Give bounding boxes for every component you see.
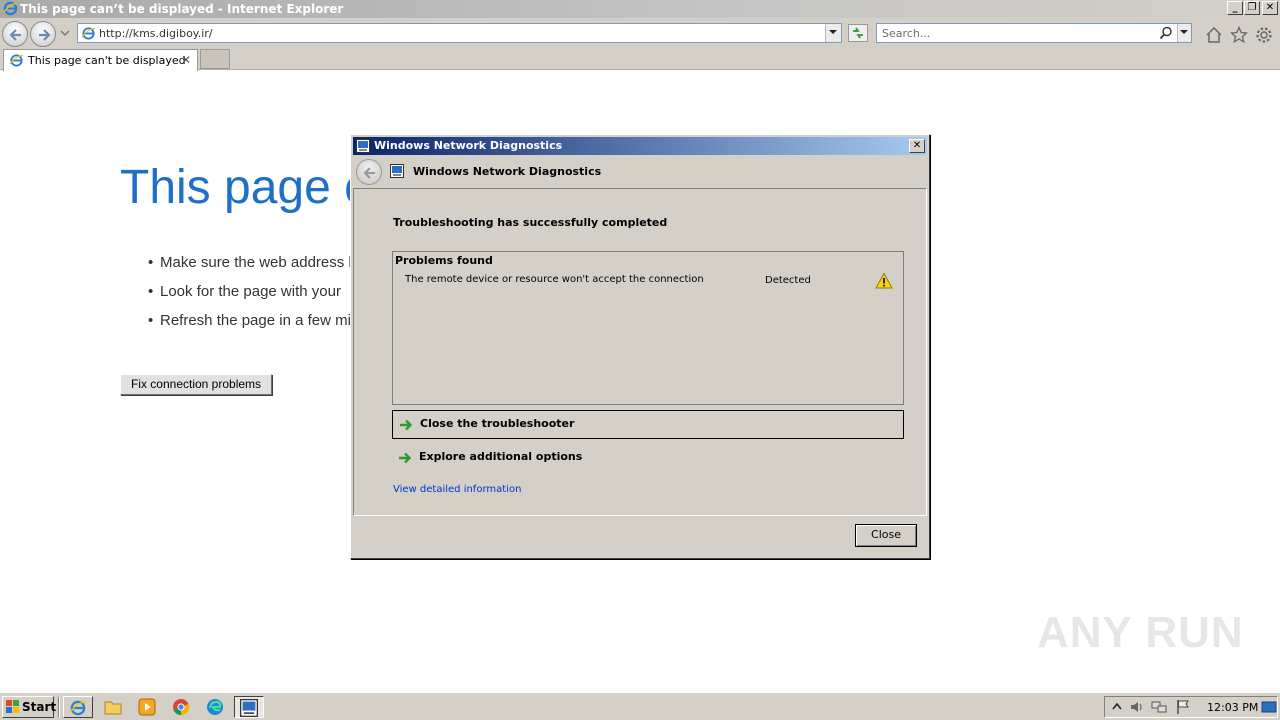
green-arrow-icon bbox=[400, 419, 413, 431]
clock[interactable]: 12:03 PM bbox=[1207, 701, 1258, 714]
chevron-down-icon bbox=[829, 30, 837, 34]
close-troubleshooter-option[interactable]: Close the troubleshooter bbox=[392, 410, 904, 439]
taskbar-separator bbox=[58, 697, 60, 717]
windows-logo-icon bbox=[6, 700, 19, 713]
tab-close-icon[interactable]: ✕ bbox=[181, 53, 191, 67]
forward-arrow-icon bbox=[39, 29, 51, 41]
anyrun-watermark: ANY RUN bbox=[1037, 608, 1243, 668]
media-player-icon[interactable] bbox=[138, 698, 156, 716]
list-item: • Refresh the page in a few mi bbox=[148, 312, 351, 329]
close-troubleshooter-label: Close the troubleshooter bbox=[420, 417, 575, 430]
close-button[interactable]: Close bbox=[855, 524, 917, 547]
problems-found-panel: Problems found The remote device or reso… bbox=[392, 251, 904, 405]
network-diagnostics-dialog: Windows Network Diagnostics ✕ Windows Ne… bbox=[350, 134, 930, 559]
tab-current-page[interactable]: This page can't be displayed ✕ bbox=[3, 49, 198, 71]
gear-icon[interactable] bbox=[1255, 26, 1273, 44]
refresh-icon bbox=[853, 27, 863, 39]
ie-icon bbox=[69, 700, 86, 716]
taskbar-network-diagnostics-button[interactable] bbox=[234, 696, 264, 718]
dialog-header-title: Windows Network Diagnostics bbox=[413, 165, 602, 178]
show-hidden-icons-icon[interactable] bbox=[1109, 699, 1125, 715]
problem-status: Detected bbox=[765, 275, 811, 286]
address-toolbar: http://kms.digiboy.ir/ Search... bbox=[0, 18, 1280, 48]
volume-icon[interactable] bbox=[1129, 699, 1145, 715]
close-window-button[interactable]: ✕ bbox=[1262, 1, 1278, 15]
start-button[interactable]: Start bbox=[2, 696, 57, 718]
suggestion-text: Make sure the web address h bbox=[160, 254, 357, 271]
problem-row[interactable]: The remote device or resource won't acce… bbox=[393, 272, 903, 292]
explore-additional-options[interactable]: Explore additional options bbox=[392, 444, 904, 473]
network-diagnostics-icon bbox=[240, 699, 258, 717]
home-icon[interactable] bbox=[1205, 26, 1223, 44]
ie-favicon-icon bbox=[81, 27, 96, 40]
back-arrow-icon bbox=[363, 167, 375, 179]
minimize-button[interactable]: _ bbox=[1227, 1, 1243, 15]
chrome-icon[interactable] bbox=[172, 698, 190, 716]
edge-icon[interactable] bbox=[206, 698, 224, 716]
restore-button[interactable]: ❐ bbox=[1244, 1, 1260, 15]
troubleshooting-status: Troubleshooting has successfully complet… bbox=[393, 216, 668, 229]
fix-connection-problems-button[interactable]: Fix connection problems bbox=[120, 374, 272, 395]
system-tray: 12:03 PM bbox=[1104, 696, 1278, 718]
list-item: • Look for the page with your bbox=[148, 283, 341, 300]
search-placeholder: Search... bbox=[882, 27, 931, 40]
window-title: This page can’t be displayed - Internet … bbox=[20, 2, 344, 16]
favorites-star-icon[interactable] bbox=[1230, 26, 1248, 44]
taskbar: Start 12:03 PM bbox=[0, 692, 1280, 720]
tab-bar: This page can't be displayed ✕ bbox=[0, 48, 1280, 71]
folder-icon[interactable] bbox=[104, 698, 122, 716]
back-button[interactable] bbox=[2, 21, 28, 47]
new-tab-button[interactable] bbox=[200, 49, 230, 69]
page-title: This page c bbox=[120, 161, 369, 214]
dialog-back-button[interactable] bbox=[356, 159, 382, 185]
recent-pages-dropdown-icon[interactable] bbox=[60, 28, 70, 38]
dialog-title: Windows Network Diagnostics bbox=[374, 139, 563, 152]
view-detailed-information-link[interactable]: View detailed information bbox=[393, 484, 521, 495]
search-box[interactable]: Search... bbox=[876, 23, 1192, 43]
forward-button[interactable] bbox=[30, 21, 56, 47]
search-dropdown-button[interactable] bbox=[1177, 24, 1191, 42]
chevron-down-icon bbox=[1180, 30, 1188, 34]
start-label: Start bbox=[22, 700, 57, 714]
action-center-flag-icon[interactable] bbox=[1175, 699, 1191, 715]
address-url[interactable]: http://kms.digiboy.ir/ bbox=[99, 27, 213, 40]
back-arrow-icon bbox=[9, 29, 21, 41]
address-bar[interactable]: http://kms.digiboy.ir/ bbox=[77, 23, 842, 43]
address-dropdown-button[interactable] bbox=[825, 24, 841, 42]
dialog-body: Troubleshooting has successfully complet… bbox=[353, 188, 927, 516]
dialog-title-bar[interactable]: Windows Network Diagnostics ✕ bbox=[353, 137, 927, 155]
problems-found-title: Problems found bbox=[395, 254, 493, 267]
network-diagnostics-icon bbox=[356, 139, 370, 153]
network-diagnostics-icon bbox=[390, 164, 404, 178]
ie-logo-icon bbox=[3, 1, 18, 16]
search-icon[interactable] bbox=[1159, 26, 1173, 40]
tab-label: This page can't be displayed bbox=[28, 54, 186, 67]
suggestion-text: Refresh the page in a few mi bbox=[160, 312, 351, 329]
explore-additional-options-label: Explore additional options bbox=[419, 450, 583, 463]
list-item: • Make sure the web address h bbox=[148, 254, 357, 271]
ie-title-bar: This page can’t be displayed - Internet … bbox=[0, 0, 1280, 18]
taskbar-ie-button[interactable] bbox=[63, 696, 93, 718]
refresh-button[interactable] bbox=[848, 24, 868, 42]
problem-description: The remote device or resource won't acce… bbox=[405, 274, 704, 285]
dialog-close-icon[interactable]: ✕ bbox=[909, 139, 925, 153]
green-arrow-icon bbox=[399, 452, 412, 464]
ie-favicon-icon bbox=[9, 54, 24, 67]
show-desktop-icon[interactable] bbox=[1261, 699, 1277, 715]
watermark-text: ANY RUN bbox=[1037, 608, 1244, 657]
suggestion-text: Look for the page with your bbox=[160, 283, 341, 300]
warning-icon bbox=[875, 272, 893, 289]
network-icon[interactable] bbox=[1151, 699, 1167, 715]
suggestion-list: • Make sure the web address h • Look for t… bbox=[148, 254, 357, 341]
